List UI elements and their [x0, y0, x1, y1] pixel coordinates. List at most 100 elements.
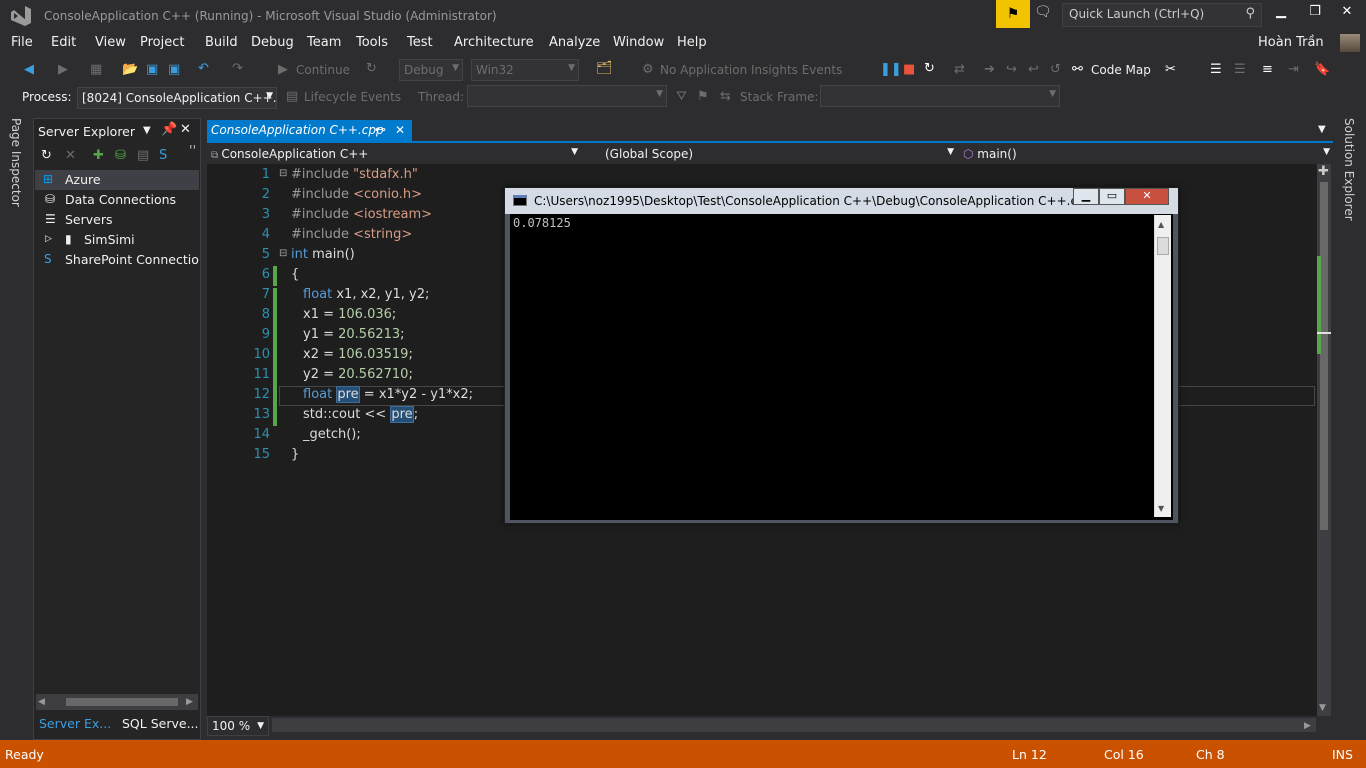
- menu-window[interactable]: Window: [613, 35, 664, 50]
- collapse-icon[interactable]: ⊟: [279, 248, 287, 259]
- notifications-flag-icon[interactable]: ⚑: [996, 0, 1030, 28]
- stop-icon[interactable]: ✕: [65, 148, 76, 164]
- application-insights-button[interactable]: No Application Insights Events: [660, 63, 842, 77]
- close-button[interactable]: ✕: [1336, 4, 1358, 24]
- expand-arrow-icon[interactable]: ▷: [45, 234, 52, 244]
- stack-frame-dropdown[interactable]: ▼: [820, 85, 1060, 107]
- overflow-icon[interactable]: '': [189, 144, 196, 160]
- pin-icon[interactable]: 📌: [161, 122, 177, 138]
- menu-edit[interactable]: Edit: [51, 35, 76, 50]
- back-icon[interactable]: ◀: [24, 62, 34, 78]
- undo-icon[interactable]: ↶: [198, 61, 209, 77]
- tools-icon[interactable]: ✂: [1165, 62, 1176, 78]
- pin-icon[interactable]: ⊷: [375, 122, 386, 138]
- refresh-icon[interactable]: ↻: [366, 61, 377, 77]
- menu-team[interactable]: Team: [307, 35, 341, 50]
- refresh-icon[interactable]: ↻: [41, 148, 52, 164]
- hot-reload-icon[interactable]: ↺: [1050, 62, 1061, 78]
- zoom-dropdown[interactable]: 100 % ▼: [207, 716, 269, 736]
- restore-button[interactable]: ❐: [1304, 4, 1326, 24]
- comment-icon[interactable]: ☰: [1210, 62, 1222, 78]
- code-map-icon[interactable]: ⚯: [1072, 62, 1083, 78]
- scroll-right-icon[interactable]: ▶: [1304, 718, 1311, 734]
- menu-analyze[interactable]: Analyze: [549, 35, 600, 50]
- tree-item-sharepoint[interactable]: S SharePoint Connections: [35, 250, 199, 270]
- console-minimize-button[interactable]: ▁: [1073, 188, 1099, 205]
- menu-view[interactable]: View: [95, 35, 126, 50]
- menu-debug[interactable]: Debug: [251, 35, 294, 50]
- scrollbar-thumb[interactable]: [1320, 182, 1328, 530]
- insights-icon[interactable]: ⚙: [642, 62, 654, 78]
- user-name[interactable]: Hoàn Trần: [1258, 35, 1324, 50]
- editor-scrollbar[interactable]: ✚ ▼: [1317, 164, 1331, 716]
- console-maximize-button[interactable]: ▭: [1099, 188, 1125, 205]
- configuration-dropdown[interactable]: Debug ▼: [399, 59, 463, 81]
- console-scrollbar[interactable]: ▲ ▼: [1154, 215, 1171, 517]
- lifecycle-events-button[interactable]: Lifecycle Events: [304, 90, 401, 104]
- scope-dropdown[interactable]: (Global Scope) ▼: [583, 144, 957, 164]
- scroll-up-icon[interactable]: ▲: [1158, 217, 1164, 233]
- minimize-button[interactable]: ▁: [1270, 4, 1292, 24]
- scrollbar-thumb[interactable]: [1157, 237, 1169, 255]
- quick-launch-input[interactable]: Quick Launch (Ctrl+Q) ⚲: [1062, 3, 1262, 27]
- tab-sql-server[interactable]: SQL Serve...: [122, 716, 198, 731]
- editor-horizontal-scrollbar[interactable]: ▶: [272, 718, 1316, 732]
- code-map-button[interactable]: Code Map: [1091, 63, 1151, 77]
- chevron-down-icon[interactable]: ▼: [143, 123, 151, 139]
- bookmark-icon[interactable]: 🔖: [1314, 62, 1330, 78]
- tree-item-servers[interactable]: ☰ Servers: [35, 210, 199, 230]
- format-icon[interactable]: ≡: [1262, 62, 1273, 78]
- scroll-left-icon[interactable]: ◀: [38, 694, 45, 710]
- document-tab[interactable]: ConsoleApplication C++.cpp ⊷ ✕: [207, 120, 412, 141]
- menu-project[interactable]: Project: [140, 35, 184, 50]
- process-dropdown[interactable]: [8024] ConsoleApplication C++.e ▼: [77, 87, 277, 109]
- menu-tools[interactable]: Tools: [356, 35, 388, 50]
- collapse-icon[interactable]: ⊟: [279, 168, 287, 179]
- continue-icon[interactable]: ▶: [278, 62, 288, 78]
- stop-debugging-icon[interactable]: ■: [903, 62, 915, 78]
- split-icon[interactable]: ✚: [1318, 164, 1329, 180]
- step-over-icon[interactable]: ↪: [1006, 62, 1017, 78]
- member-dropdown[interactable]: ⬡ main() ▼: [959, 144, 1333, 164]
- save-icon[interactable]: ▣: [146, 62, 158, 78]
- forward-icon[interactable]: ▶: [58, 62, 68, 78]
- scroll-down-icon[interactable]: ▼: [1319, 700, 1326, 716]
- browse-icon[interactable]: 🗂: [596, 61, 613, 77]
- filter-icon[interactable]: ⛛: [676, 89, 687, 105]
- server-explorer-scrollbar[interactable]: ◀ ▶: [36, 694, 198, 710]
- open-file-icon[interactable]: 📂: [122, 62, 138, 78]
- tab-list-chevron-icon[interactable]: ▼: [1318, 122, 1326, 138]
- step-out-icon[interactable]: ↩: [1028, 62, 1039, 78]
- tree-item-simsimi[interactable]: ▷ ▮ SimSimi: [35, 230, 199, 250]
- tab-server-explorer[interactable]: Server Ex...: [39, 716, 111, 731]
- solution-explorer-tab[interactable]: Solution Explorer: [1334, 112, 1366, 740]
- step-into-icon[interactable]: ➔: [984, 62, 995, 78]
- indent-icon[interactable]: ⇥: [1288, 62, 1299, 78]
- platform-dropdown[interactable]: Win32 ▼: [471, 59, 579, 81]
- restart-icon[interactable]: ↻: [924, 61, 935, 77]
- new-project-icon[interactable]: ▦: [90, 62, 102, 78]
- scrollbar-thumb[interactable]: [66, 698, 178, 706]
- console-output-area[interactable]: 0.078125: [510, 214, 1173, 520]
- page-inspector-tab[interactable]: Page Inspector: [0, 112, 32, 740]
- connect-server-icon[interactable]: ▤: [137, 148, 149, 164]
- show-threads-icon[interactable]: ⇆: [720, 89, 731, 105]
- menu-architecture[interactable]: Architecture: [454, 35, 534, 50]
- show-next-statement-icon[interactable]: ⇄: [954, 62, 965, 78]
- uncomment-icon[interactable]: ☰: [1234, 62, 1246, 78]
- redo-icon[interactable]: ↷: [232, 61, 243, 77]
- connect-database-icon[interactable]: ⛁: [115, 148, 126, 164]
- break-all-icon[interactable]: ❚❚: [880, 62, 902, 78]
- flag-threads-icon[interactable]: ⚑: [697, 89, 709, 105]
- sharepoint-icon[interactable]: S: [159, 148, 167, 164]
- continue-button[interactable]: Continue: [296, 63, 350, 77]
- scroll-right-icon[interactable]: ▶: [186, 694, 193, 710]
- close-icon[interactable]: ✕: [180, 122, 191, 138]
- console-close-button[interactable]: ✕: [1125, 188, 1169, 205]
- avatar[interactable]: [1340, 34, 1360, 52]
- menu-help[interactable]: Help: [677, 35, 707, 50]
- tree-item-azure[interactable]: ⊞ Azure: [35, 170, 199, 190]
- feedback-icon[interactable]: 🗨: [1034, 4, 1056, 24]
- menu-build[interactable]: Build: [205, 35, 238, 50]
- scroll-down-icon[interactable]: ▼: [1158, 501, 1164, 517]
